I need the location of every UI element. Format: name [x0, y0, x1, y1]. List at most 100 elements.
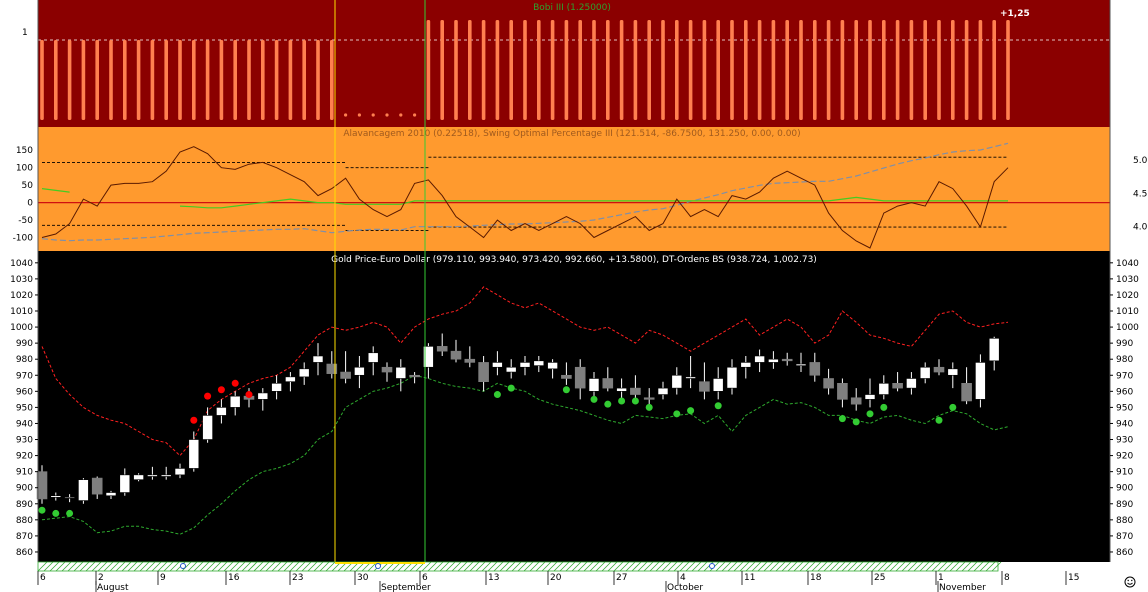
day-tick-label: 27 [616, 573, 627, 583]
top-bar [675, 20, 679, 120]
price-tick-label: 870 [1116, 532, 1133, 542]
mid-left-tick-label: -100 [13, 234, 34, 244]
candle-body-down [850, 397, 862, 405]
top-bar [233, 40, 237, 120]
top-panel-background [38, 0, 1110, 127]
candle-body-up [685, 376, 696, 379]
top-bar-dot [399, 113, 403, 117]
top-bar [978, 20, 983, 120]
candle-body-down [91, 477, 103, 495]
buy-marker [38, 506, 46, 514]
top-bar [537, 20, 541, 120]
sell-marker [204, 392, 212, 400]
mid-left-tick-label: 100 [16, 164, 33, 174]
price-tick-label: 860 [1116, 548, 1133, 558]
candle-body-up [312, 355, 324, 363]
candle-body-down [464, 358, 476, 363]
candle-body-up [216, 407, 227, 416]
top-bar [247, 40, 251, 120]
candle-body-up [864, 394, 876, 400]
buy-marker [866, 410, 874, 418]
sell-marker [231, 379, 239, 387]
candle-body-up [229, 395, 241, 408]
top-bar [54, 40, 58, 120]
candle-body-down [450, 350, 462, 360]
candle-body-up [119, 474, 131, 493]
candle-body-up [671, 374, 683, 389]
event-marker-icon[interactable] [180, 563, 186, 569]
buy-marker [52, 509, 60, 517]
day-tick-label: 1 [938, 573, 944, 583]
candle-body-down [643, 397, 655, 400]
candle-body-up [188, 439, 200, 469]
candle-body-up [285, 376, 296, 382]
top-bar [454, 20, 458, 120]
mid-left-tick-label: 50 [22, 181, 34, 191]
candle-body-up [174, 468, 186, 476]
candle-body-down [436, 346, 448, 352]
top-bar [123, 40, 127, 120]
top-bar [81, 40, 86, 120]
day-tick-label: 18 [810, 573, 822, 583]
candle-body-up [988, 338, 1000, 362]
candle-body-up [975, 362, 986, 400]
top-bar [178, 40, 182, 120]
price-tick-label: 1000 [10, 323, 33, 333]
candle-body-up [657, 387, 669, 395]
top-bar [647, 20, 651, 120]
price-tick-label: 1010 [1116, 307, 1139, 317]
price-tick-label: 880 [16, 516, 33, 526]
top-bar [95, 40, 99, 120]
candle-body-down [781, 358, 793, 362]
top-bar [495, 20, 500, 120]
top-bar [523, 20, 527, 120]
candlestick [78, 478, 89, 504]
top-panel-y-tick: 1 [22, 28, 28, 38]
day-tick-label: 25 [874, 573, 885, 583]
price-tick-label: 980 [16, 355, 33, 365]
candle-body-up [740, 362, 752, 368]
price-tick-label: 970 [16, 371, 33, 381]
mid-panel-title: Alavancagem 2010 (0.22518), Swing Optima… [343, 129, 800, 139]
top-bar [426, 20, 431, 120]
event-marker-icon[interactable] [709, 563, 715, 569]
candle-body-up [50, 495, 62, 498]
price-tick-label: 940 [1116, 419, 1133, 429]
price-tick-label: 870 [16, 532, 33, 542]
price-tick-label: 1010 [10, 307, 33, 317]
candle-body-up [367, 352, 379, 363]
price-tick-label: 950 [16, 403, 33, 413]
buy-marker [618, 397, 626, 405]
candle-body-down [409, 374, 420, 378]
event-marker-icon[interactable] [375, 563, 381, 569]
top-bar [205, 40, 210, 120]
top-bar [730, 20, 734, 120]
candle-body-up [298, 368, 310, 378]
top-bar [440, 20, 444, 120]
top-bar [606, 20, 610, 120]
buy-marker [66, 509, 74, 517]
day-tick-label: 9 [160, 573, 166, 583]
mid-right-tick-label: 5.0 [1133, 156, 1148, 166]
time-strip-highlight [335, 562, 425, 564]
candle-body-down [602, 378, 614, 389]
candle-body-up [519, 362, 531, 368]
candle-body-up [492, 362, 503, 368]
buy-marker [507, 384, 515, 392]
candle-body-down [699, 381, 710, 392]
candle-body-up [919, 366, 931, 379]
smiley-icon[interactable] [1124, 576, 1136, 588]
top-bar [937, 20, 941, 120]
candle-body-up [505, 366, 517, 373]
top-bar [302, 40, 306, 120]
buy-marker [687, 407, 695, 415]
mid-right-tick-label: 4.0 [1133, 223, 1148, 233]
top-bar [192, 40, 196, 120]
chart-window: Bobi III (1.25000) +1,25 1 Alavancagem 2… [0, 0, 1148, 592]
price-tick-label: 1020 [1116, 291, 1139, 301]
price-tick-label: 1040 [1116, 259, 1139, 269]
candle-body-up [202, 415, 213, 440]
top-bar [468, 20, 472, 120]
top-bar-dot [344, 113, 348, 117]
top-bar [702, 20, 707, 120]
